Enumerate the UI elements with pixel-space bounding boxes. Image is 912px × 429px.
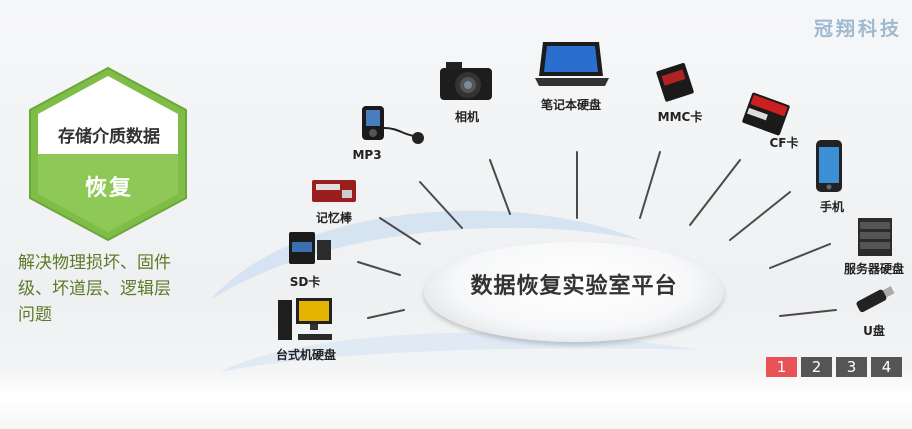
server-icon bbox=[858, 218, 892, 256]
device-label-mmc: MMC卡 bbox=[657, 110, 703, 124]
platform-label: 数据恢复实验室平台 bbox=[470, 274, 678, 299]
device-label-laptop: 笔记本硬盘 bbox=[540, 98, 601, 112]
laptop-icon bbox=[535, 42, 609, 86]
usb-drive-icon bbox=[856, 286, 895, 313]
device-label-cf: CF卡 bbox=[769, 136, 799, 150]
page-button-4[interactable]: 4 bbox=[871, 357, 902, 377]
device-label-usb: U盘 bbox=[863, 324, 885, 338]
phone-icon bbox=[816, 140, 842, 192]
mmc-card-icon bbox=[656, 62, 694, 102]
device-label-desktop: 台式机硬盘 bbox=[275, 348, 336, 362]
sd-card-icon bbox=[289, 232, 331, 264]
page-button-3[interactable]: 3 bbox=[836, 357, 867, 377]
page-button-2[interactable]: 2 bbox=[801, 357, 832, 377]
mp3-player-icon bbox=[362, 106, 424, 144]
device-label-server: 服务器硬盘 bbox=[843, 262, 904, 276]
device-label-camera: 相机 bbox=[454, 110, 479, 124]
memory-stick-icon bbox=[312, 180, 356, 202]
device-label-memstick: 记忆棒 bbox=[315, 211, 352, 225]
desktop-computer-icon bbox=[278, 298, 332, 340]
cf-card-icon bbox=[742, 92, 790, 136]
banner-slide: 冠翔科技 存储介质数据 恢复 解决物理损坏、固件 级、坏道层、逻辑层 问题 数据… bbox=[0, 0, 912, 429]
device-label-sd: SD卡 bbox=[289, 275, 321, 289]
page-button-1[interactable]: 1 bbox=[766, 357, 797, 377]
camera-icon bbox=[440, 62, 492, 100]
device-label-phone: 手机 bbox=[819, 200, 844, 214]
device-label-mp3: MP3 bbox=[352, 148, 382, 162]
slide-pager: 1 2 3 4 bbox=[766, 357, 902, 377]
